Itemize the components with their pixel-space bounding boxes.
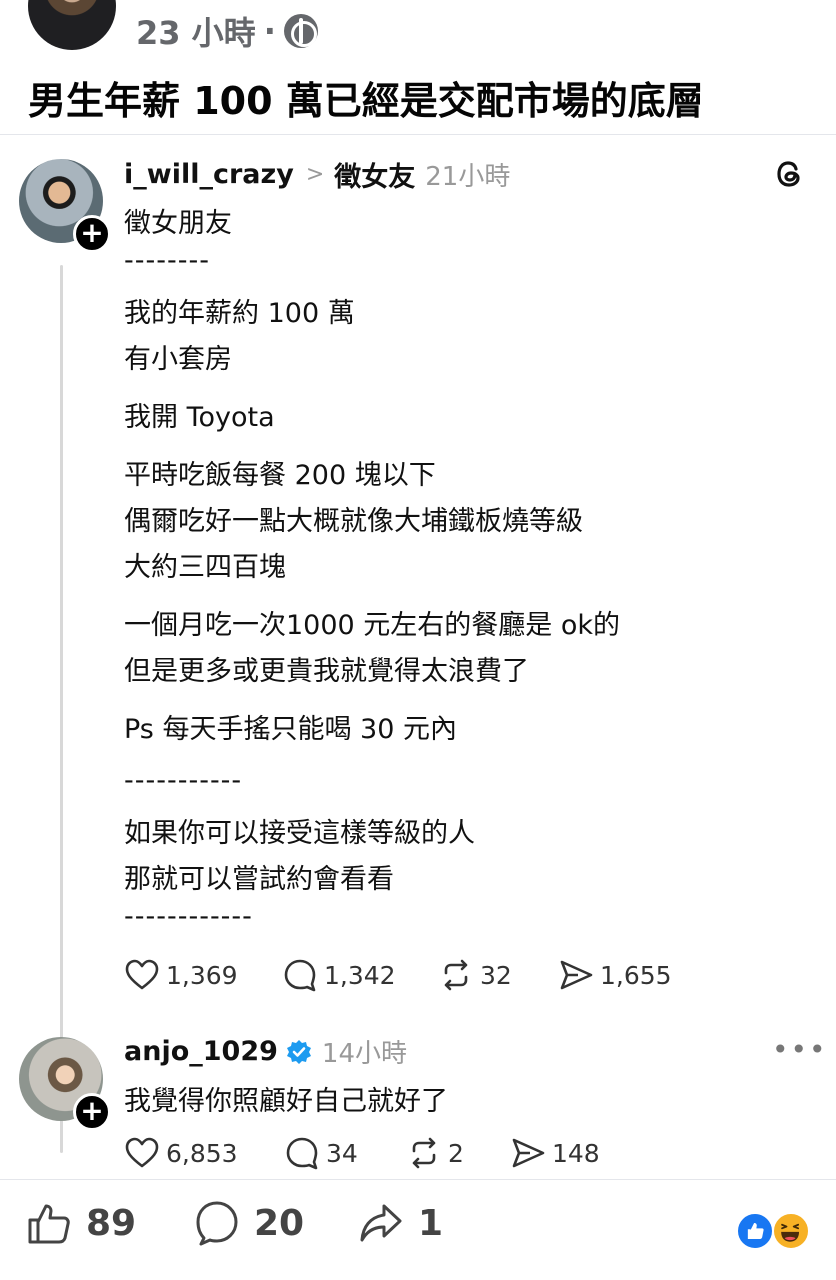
send-icon xyxy=(512,1138,545,1168)
share-count: 1,655 xyxy=(600,960,672,990)
repost-count: 32 xyxy=(480,960,512,990)
thread-connector-line xyxy=(60,265,63,1153)
repost-button[interactable]: 2 xyxy=(406,1135,510,1171)
post-actions: 1,369 1,342 32 1,655 xyxy=(124,957,672,993)
fb-comment-button[interactable]: 20 xyxy=(194,1200,304,1246)
fb-share-button[interactable]: 1 xyxy=(358,1200,443,1246)
follow-plus-icon[interactable]: + xyxy=(73,1093,111,1131)
post-text-line: 徵女朋友 xyxy=(124,208,232,239)
meta-separator: · xyxy=(263,12,276,50)
fb-share-count: 1 xyxy=(418,1202,444,1244)
cropped-page-name xyxy=(300,0,530,4)
fb-like-count: 89 xyxy=(86,1202,137,1244)
globe-icon xyxy=(283,14,318,48)
fb-comment-count: 20 xyxy=(254,1202,305,1244)
reply-button[interactable]: 34 xyxy=(284,1135,406,1171)
post-text-line: 偶爾吃好一點大概就像大埔鐵板燒等級 xyxy=(124,506,583,537)
post-text-line: -------- xyxy=(124,245,210,276)
repost-count: 2 xyxy=(448,1138,464,1168)
like-button[interactable]: 6,853 xyxy=(124,1135,284,1171)
username[interactable]: i_will_crazy xyxy=(124,159,294,190)
post-time: 14小時 xyxy=(321,1039,407,1069)
thumbs-up-icon xyxy=(747,1222,764,1240)
post-text-line: 但是更多或更貴我就覺得太浪費了 xyxy=(124,656,529,687)
reply-count: 1,342 xyxy=(324,960,396,990)
repost-icon xyxy=(444,959,468,991)
repost-button[interactable]: 32 xyxy=(438,957,558,993)
fb-like-button[interactable]: 89 xyxy=(26,1200,136,1246)
post-text-line: ----------- xyxy=(124,765,243,796)
username[interactable]: anjo_1029 xyxy=(124,1036,278,1067)
comment-bubble-icon xyxy=(286,1137,318,1170)
post-text-line: 有小套房 xyxy=(124,344,232,375)
post-time[interactable]: 23 小時 xyxy=(136,8,256,54)
post-text-line: 一個月吃一次1000 元左右的餐廳是 ok的 xyxy=(124,610,621,641)
threads-logo-icon[interactable] xyxy=(774,157,806,191)
post-text-line: 那就可以嘗試約會看看 xyxy=(124,864,394,895)
heart-icon xyxy=(125,959,159,990)
like-count: 1,369 xyxy=(166,960,238,990)
haha-reaction-icon[interactable] xyxy=(772,1212,810,1250)
like-count: 6,853 xyxy=(166,1138,238,1168)
post-text-line: 平時吃飯每餐 200 塊以下 xyxy=(124,460,436,491)
post-text-line: Ps 每天手搖只能喝 30 元內 xyxy=(124,714,457,745)
post-text-line: 大約三四百塊 xyxy=(124,552,286,583)
heart-icon xyxy=(125,1137,159,1168)
send-icon xyxy=(560,960,593,990)
post-text-line: 我覺得你照顧好自己就好了 xyxy=(124,1086,448,1117)
post-meta: 23 小時 · xyxy=(136,8,318,54)
post-header: i_will_crazy > 徵女友 21小時 xyxy=(124,155,510,194)
share-count: 148 xyxy=(552,1138,600,1168)
post-time: 21小時 xyxy=(425,162,511,192)
page-avatar[interactable] xyxy=(28,0,116,50)
repost-icon xyxy=(412,1137,436,1169)
more-options-icon[interactable]: ••• xyxy=(772,1033,828,1066)
threads-embed: + i_will_crazy > 徵女友 21小時 徵女朋友 -------- … xyxy=(0,134,836,1180)
reply-button[interactable]: 1,342 xyxy=(282,957,438,993)
comment-bubble-icon xyxy=(196,1201,238,1246)
post-text-line: 我開 Toyota xyxy=(124,402,275,433)
like-reaction-icon[interactable] xyxy=(736,1212,774,1250)
post-text-line: 我的年薪約 100 萬 xyxy=(124,298,355,329)
verified-badge-icon xyxy=(286,1039,311,1064)
post-title: 男生年薪 100 萬已經是交配市場的底層 xyxy=(28,79,704,123)
like-button[interactable]: 1,369 xyxy=(124,957,282,993)
community-tag[interactable]: 徵女友 xyxy=(334,155,415,194)
post-text-line: 如果你可以接受這樣等級的人 xyxy=(124,818,475,849)
comment-bubble-icon xyxy=(284,959,316,992)
post-actions: 6,853 34 2 148 xyxy=(124,1135,600,1171)
laughing-face-icon xyxy=(781,1223,800,1242)
share-button[interactable]: 1,655 xyxy=(558,957,672,993)
fb-action-bar: 89 20 1 xyxy=(0,1200,836,1264)
share-button[interactable]: 148 xyxy=(510,1135,600,1171)
post-header: anjo_1029 14小時 xyxy=(124,1033,407,1070)
share-arrow-icon xyxy=(360,1204,402,1242)
reply-count: 34 xyxy=(326,1138,358,1168)
chevron-right-icon: > xyxy=(305,162,325,187)
post-text-line: ------------ xyxy=(124,901,253,932)
follow-plus-icon[interactable]: + xyxy=(73,215,111,253)
thumbs-up-icon xyxy=(28,1204,70,1244)
